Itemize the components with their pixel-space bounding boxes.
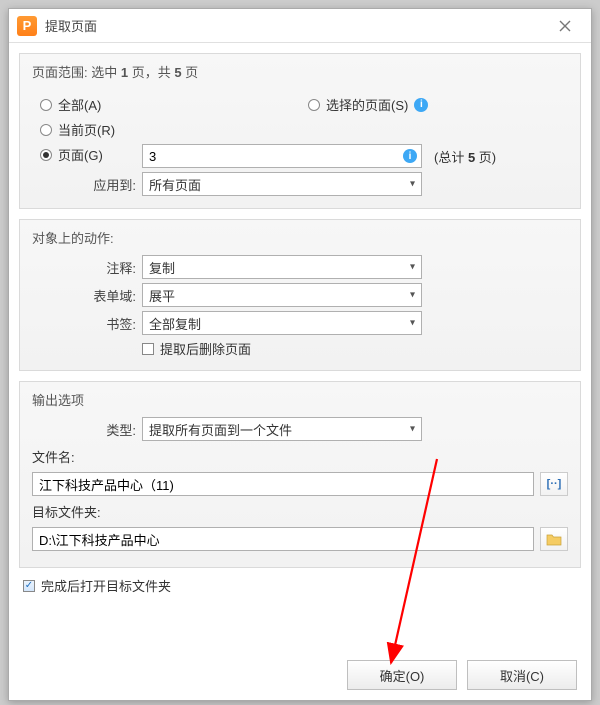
label: 页，共: [128, 65, 174, 80]
form-value: 展平: [149, 286, 175, 305]
app-icon: P: [17, 16, 37, 36]
type-value: 提取所有页面到一个文件: [149, 420, 292, 439]
bookmark-select[interactable]: 全部复制 ▾: [142, 311, 422, 335]
selected-count: 1: [121, 65, 128, 80]
apply-label: 应用到:: [32, 175, 142, 194]
open-after-label: 完成后打开目标文件夹: [41, 576, 171, 595]
radio-selected-pages-label: 选择的页面(S): [326, 95, 408, 114]
comment-label: 注释:: [32, 258, 142, 277]
pages-input[interactable]: [142, 144, 422, 168]
folder-icon: [546, 532, 562, 546]
radio-all[interactable]: [40, 99, 52, 111]
comment-value: 复制: [149, 258, 175, 277]
filename-input[interactable]: [32, 472, 534, 496]
radio-current[interactable]: [40, 124, 52, 136]
type-label: 类型:: [32, 420, 142, 439]
comment-select[interactable]: 复制 ▾: [142, 255, 422, 279]
filename-browse-button[interactable]: [··]: [540, 472, 568, 496]
chevron-down-icon: ▾: [410, 262, 415, 273]
titlebar: P 提取页面: [9, 9, 591, 43]
total-count: 5: [174, 65, 181, 80]
form-select[interactable]: 展平 ▾: [142, 283, 422, 307]
bookmark-label: 书签:: [32, 314, 142, 333]
chevron-down-icon: ▾: [410, 179, 415, 190]
filename-label: 文件名:: [32, 447, 568, 466]
folder-input[interactable]: [32, 527, 534, 551]
actions-header: 对象上的动作:: [32, 228, 568, 247]
chevron-down-icon: ▾: [410, 290, 415, 301]
actions-panel: 对象上的动作: 注释: 复制 ▾ 表单域: 展平 ▾ 书签: 全部复制: [19, 219, 581, 371]
radio-all-label: 全部(A): [58, 95, 101, 114]
chevron-down-icon: ▾: [410, 424, 415, 435]
open-after-checkbox[interactable]: [23, 580, 35, 592]
window-title: 提取页面: [45, 16, 547, 35]
label: 页面范围: 选中: [32, 65, 121, 80]
delete-after-label: 提取后删除页面: [160, 339, 251, 358]
folder-label: 目标文件夹:: [32, 502, 568, 521]
radio-current-label: 当前页(R): [58, 120, 115, 139]
page-range-panel: 页面范围: 选中 1 页，共 5 页 全部(A) 当前页(R) 页面(G): [19, 53, 581, 209]
output-header: 输出选项: [32, 390, 568, 409]
radio-pages-label: 页面(G): [58, 145, 103, 164]
info-icon[interactable]: i: [414, 98, 428, 112]
apply-to-value: 所有页面: [149, 175, 201, 194]
pages-total-label: (总计 5 页): [434, 147, 496, 166]
page-range-header: 页面范围: 选中 1 页，共 5 页: [32, 62, 568, 81]
apply-to-select[interactable]: 所有页面 ▾: [142, 172, 422, 196]
bookmark-value: 全部复制: [149, 314, 201, 333]
label: 页: [182, 65, 199, 80]
chevron-down-icon: ▾: [410, 318, 415, 329]
radio-selected-pages[interactable]: [308, 99, 320, 111]
cancel-button[interactable]: 取消(C): [467, 660, 577, 690]
form-label: 表单域:: [32, 286, 142, 305]
ok-button[interactable]: 确定(O): [347, 660, 457, 690]
close-icon[interactable]: [547, 12, 583, 40]
type-select[interactable]: 提取所有页面到一个文件 ▾: [142, 417, 422, 441]
output-panel: 输出选项 类型: 提取所有页面到一个文件 ▾ 文件名: [··] 目标文件夹:: [19, 381, 581, 568]
info-icon[interactable]: i: [403, 149, 417, 163]
radio-pages[interactable]: [40, 149, 52, 161]
dialog-window: P 提取页面 页面范围: 选中 1 页，共 5 页 全部(A) 当前页(R): [8, 8, 592, 701]
folder-browse-button[interactable]: [540, 527, 568, 551]
ellipsis-icon: [··]: [547, 478, 562, 490]
delete-after-checkbox[interactable]: [142, 343, 154, 355]
